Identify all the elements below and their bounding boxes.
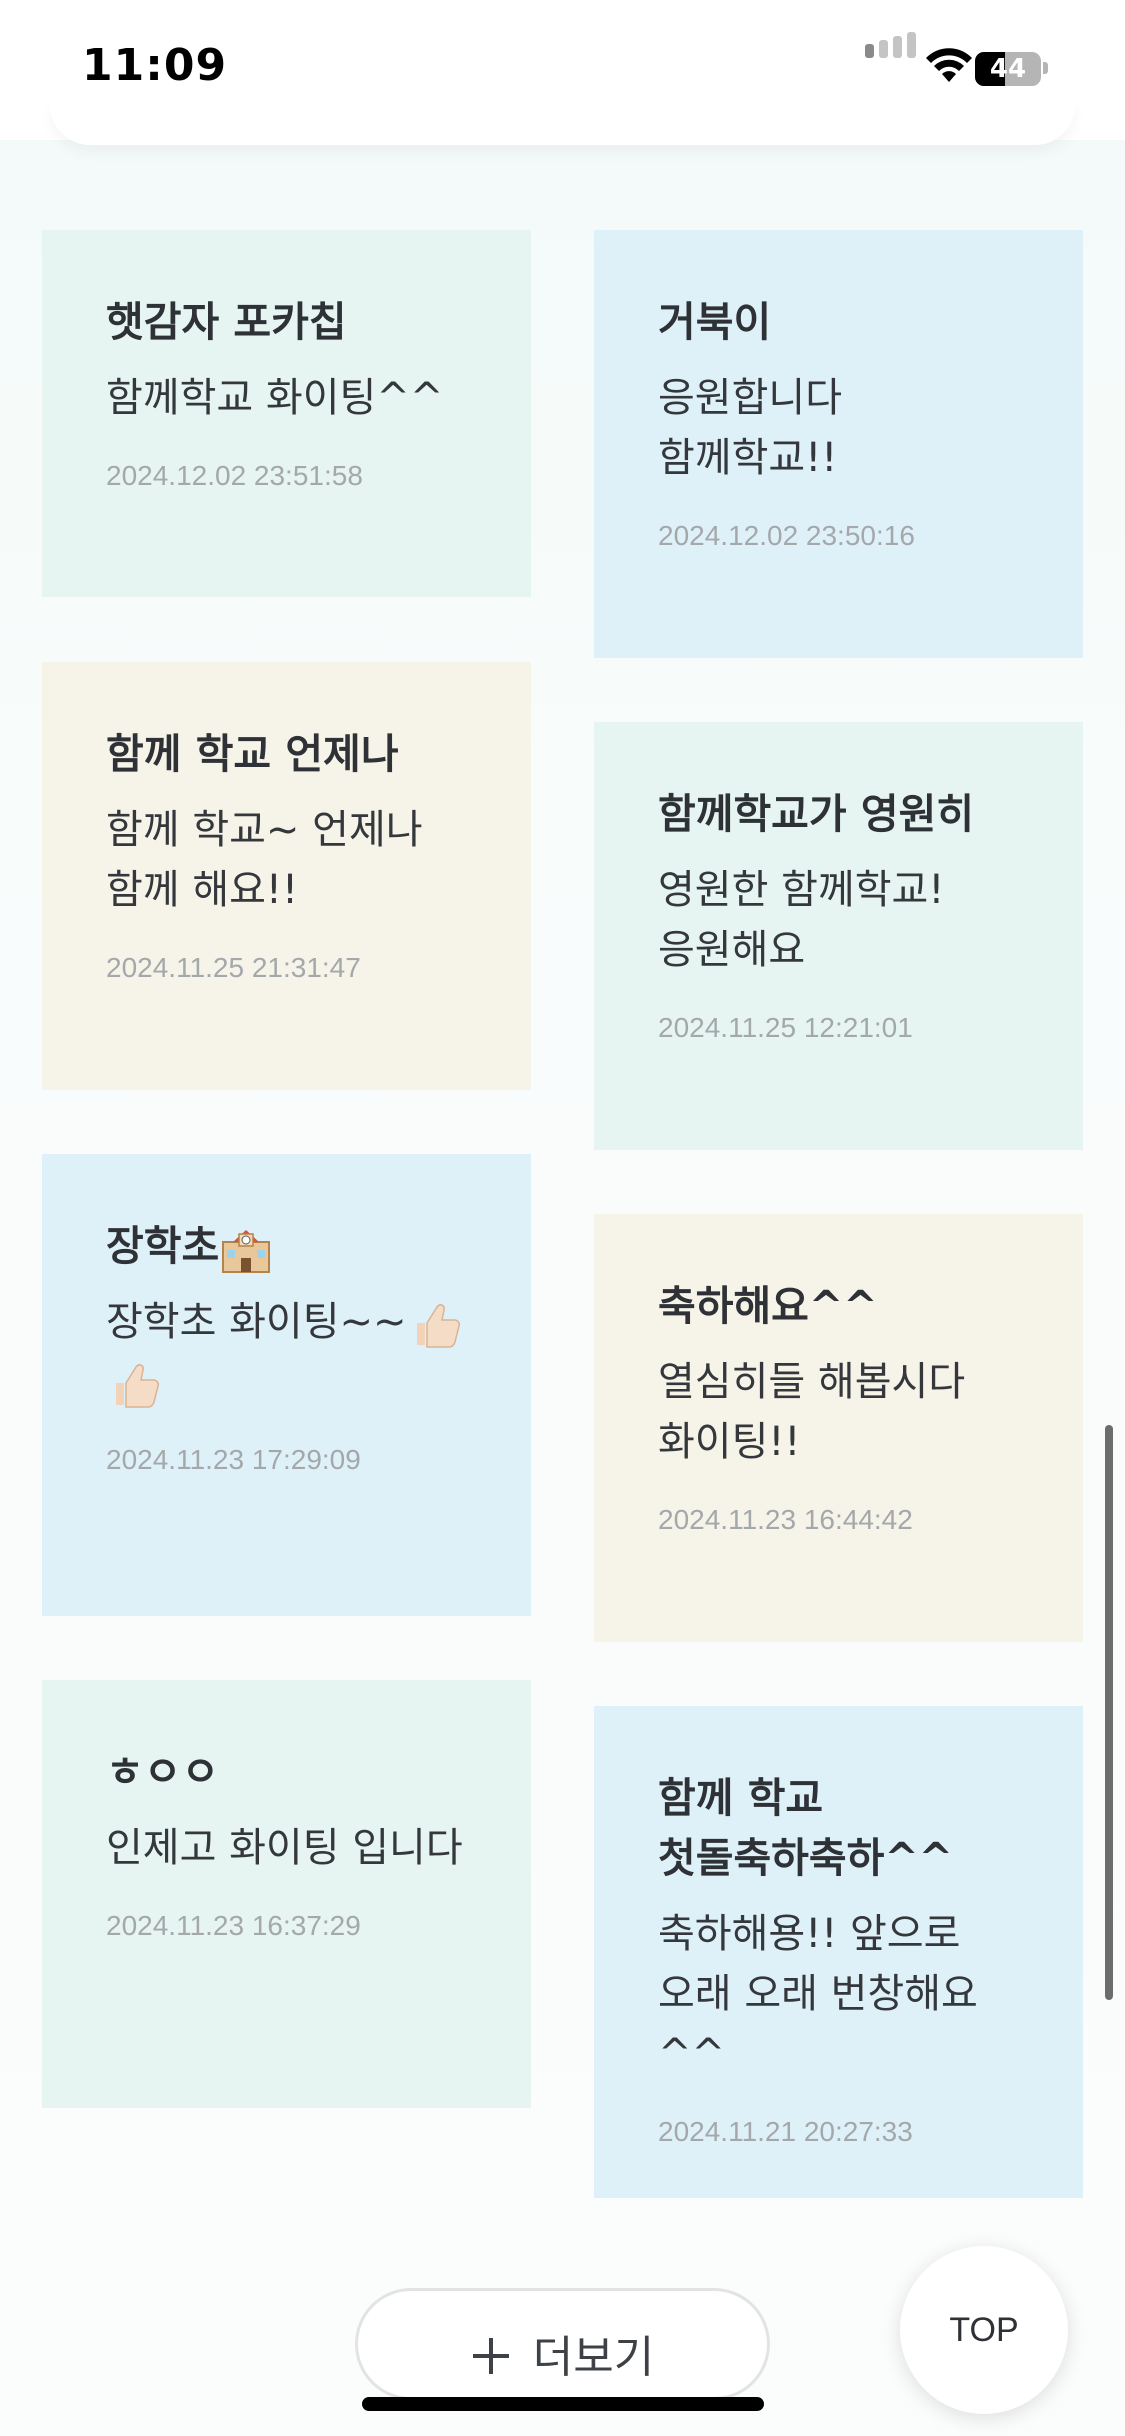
load-more-label: 더보기 xyxy=(532,2332,655,2383)
message-card[interactable]: ㅎㅇㅇ 인제고 화이팅 입니다 2024.11.23 16:37:29 xyxy=(42,1680,531,2108)
card-title: ㅎㅇㅇ xyxy=(106,1748,220,1796)
thumbs-up-emoji-icon xyxy=(416,1304,460,1348)
card-message-row: 장학초 화이팅~~ xyxy=(106,1292,481,1412)
home-indicator[interactable] xyxy=(362,2397,764,2411)
plus-icon xyxy=(472,2338,509,2374)
card-message: 응원합니다 함께학교!! xyxy=(658,375,842,481)
school-emoji-icon xyxy=(222,1230,271,1273)
message-card[interactable]: 장학초 장학초 화이팅~~ 2024.11.23 17:29:09 xyxy=(42,1154,531,1616)
card-message: 함께학교 화이팅^^ xyxy=(106,375,444,421)
card-date: 2024.11.23 17:29:09 xyxy=(106,1444,361,1475)
card-title-row: 장학초 xyxy=(106,1216,481,1276)
card-title: 햇감자 포카칩 xyxy=(106,298,347,346)
card-message: 영원한 함께학교! 응원해요 xyxy=(658,867,945,973)
message-card[interactable]: 함께 학교 첫돌축하축하^^ 축하해용!! 앞으로 오래 오래 번창해요^^ 2… xyxy=(594,1706,1083,2198)
card-title: 함께 학교 언제나 xyxy=(106,730,399,778)
message-card[interactable]: 함께학교가 영원히 영원한 함께학교! 응원해요 2024.11.25 12:2… xyxy=(594,722,1083,1150)
load-more-button[interactable]: 더보기 xyxy=(355,2288,770,2400)
card-message: 인제고 화이팅 입니다 xyxy=(106,1825,463,1871)
card-date: 2024.11.21 20:27:33 xyxy=(658,2116,913,2147)
message-card[interactable]: 햇감자 포카칩 함께학교 화이팅^^ 2024.12.02 23:51:58 xyxy=(42,230,531,597)
card-message: 함께 학교~ 언제나 함께 해요!! xyxy=(106,807,423,913)
card-date: 2024.11.23 16:37:29 xyxy=(106,1910,361,1941)
card-date: 2024.11.25 12:21:01 xyxy=(658,1012,913,1043)
scrollbar[interactable] xyxy=(1105,1425,1113,2000)
message-card[interactable]: 거북이 응원합니다 함께학교!! 2024.12.02 23:50:16 xyxy=(594,230,1083,658)
scroll-to-top-label: TOP xyxy=(949,2311,1019,2349)
card-message: 축하해용!! 앞으로 오래 오래 번창해요^^ xyxy=(658,1911,978,2077)
status-time: 11:09 xyxy=(82,40,228,91)
card-title: 거북이 xyxy=(658,298,772,346)
card-message: 열심히들 해봅시다 화이팅!! xyxy=(658,1359,966,1465)
card-title: 장학초 xyxy=(106,1222,220,1270)
card-title: 축하해요^^ xyxy=(658,1282,878,1330)
battery-icon: 44 xyxy=(975,52,1041,86)
card-message: 장학초 화이팅~~ xyxy=(106,1299,407,1345)
battery-level: 44 xyxy=(989,54,1027,84)
card-date: 2024.12.02 23:50:16 xyxy=(658,520,915,551)
card-date: 2024.11.25 21:31:47 xyxy=(106,952,361,983)
card-title: 함께학교가 영원히 xyxy=(658,790,975,838)
header-panel-edge xyxy=(50,100,1075,145)
scroll-to-top-button[interactable]: TOP xyxy=(900,2246,1068,2414)
message-card[interactable]: 축하해요^^ 열심히들 해봅시다 화이팅!! 2024.11.23 16:44:… xyxy=(594,1214,1083,1642)
card-date: 2024.11.23 16:44:42 xyxy=(658,1504,913,1535)
message-card[interactable]: 함께 학교 언제나 함께 학교~ 언제나 함께 해요!! 2024.11.25 … xyxy=(42,662,531,1090)
wifi-icon xyxy=(926,48,972,82)
thumbs-up-emoji-icon xyxy=(116,1364,159,1408)
card-title: 함께 학교 첫돌축하축하^^ xyxy=(658,1774,954,1882)
card-date: 2024.12.02 23:51:58 xyxy=(106,460,363,491)
